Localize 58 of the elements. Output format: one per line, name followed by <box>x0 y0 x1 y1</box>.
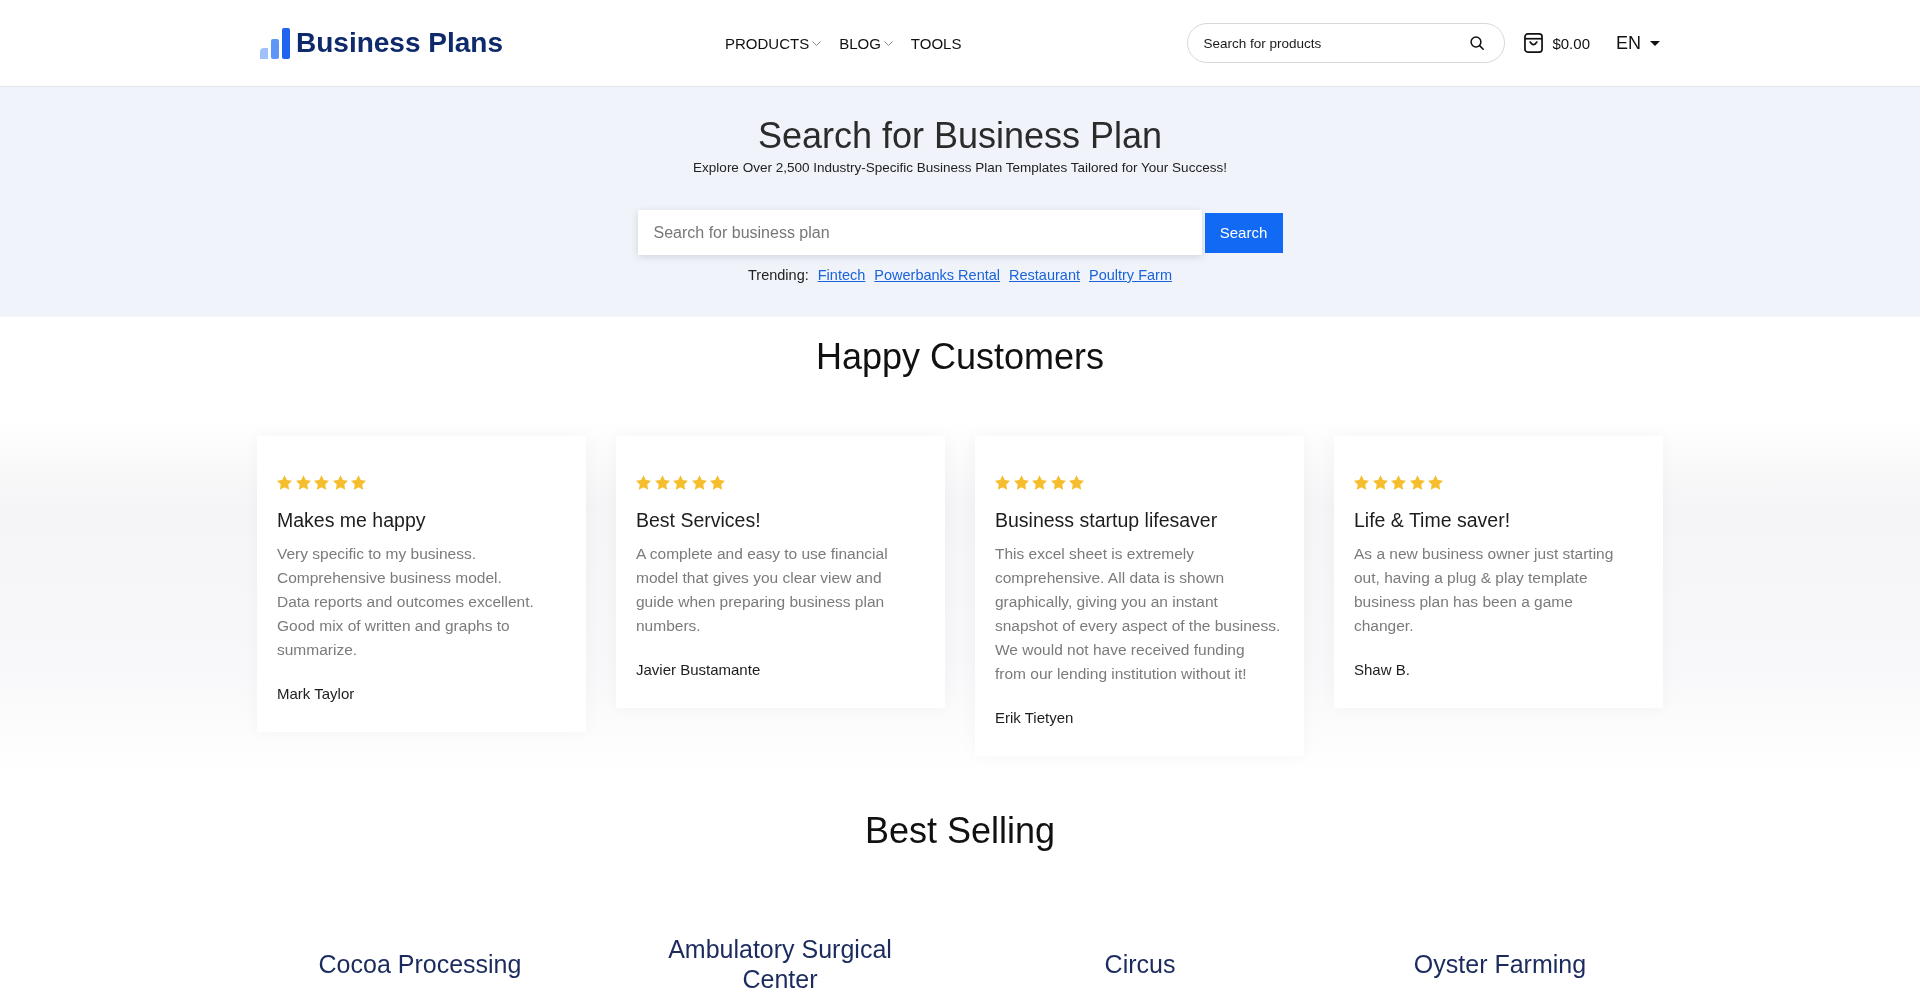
nav-link[interactable]: TOOLS <box>910 34 962 52</box>
search-button[interactable]: Search <box>1204 212 1283 253</box>
search-icon[interactable] <box>1470 36 1485 50</box>
star-icon <box>1409 475 1425 490</box>
star-icon <box>995 475 1010 490</box>
section-title: Best Selling <box>863 809 1057 853</box>
trending-link[interactable]: Powerbanks Rental <box>874 265 1001 285</box>
star-icon <box>295 475 311 490</box>
review-title: Makes me happy <box>277 508 427 533</box>
star-icon <box>1013 475 1029 490</box>
caret-down-icon <box>1650 40 1660 46</box>
star-icon <box>351 475 366 490</box>
bar-chart-logo-icon <box>260 27 290 59</box>
trending-label: Trending: <box>748 266 809 285</box>
star-icon <box>636 475 651 490</box>
hero-title: Search for Business Plan <box>757 114 1163 158</box>
star-icon <box>1354 475 1369 490</box>
business-plan-search-field[interactable]: Search for business plan <box>637 210 1202 255</box>
review-text: This excel sheet is extremely comprehensive. All data is shown graphically, giving you an instant snapshot of every aspect of the business. We would not have received funding from our lending institution without it! <box>995 544 1282 684</box>
review-text: Very specific to my business. Comprehensive business model. Data reports and outcomes excellent. Good mix of written and graphs to summarize. <box>277 544 535 660</box>
nav-link[interactable]: BLOG <box>839 34 893 52</box>
review-text: As a new business owner just starting out, having a plug & play template business plan has been a game changer. <box>1354 544 1615 636</box>
star-icon <box>710 475 725 490</box>
review-author: Javier Bustamante <box>636 660 762 680</box>
product-search-field[interactable]: Search for products <box>1187 23 1506 63</box>
shopping-bag-icon <box>1524 33 1544 53</box>
star-icon <box>314 475 329 490</box>
product-title[interactable]: Oyster Farming <box>1413 949 1587 979</box>
star-icon <box>1050 475 1066 490</box>
section-title: Happy Customers <box>814 335 1106 379</box>
logo-link[interactable]: Business Plans <box>260 27 503 59</box>
hero-subtitle: Explore Over 2,500 Industry-Specific Business Plan Templates Tailored for Your Success! <box>693 159 1227 177</box>
star-icon <box>654 475 670 490</box>
review-author: Shaw B. <box>1354 660 1411 680</box>
star-icon <box>332 475 348 490</box>
review-text: A complete and easy to use financial model that gives you clear view and guide when preparing business plan numbers. <box>636 544 889 636</box>
trending-link[interactable]: Poultry Farm <box>1089 265 1172 285</box>
star-icon <box>277 475 292 490</box>
product-title[interactable]: Cocoa Processing <box>318 949 522 979</box>
product-title[interactable]: Circus <box>1104 949 1176 979</box>
product-title[interactable]: Ambulatory Surgical Center <box>645 934 915 993</box>
language-selector[interactable]: EN <box>1616 32 1660 54</box>
nav-link[interactable]: PRODUCTS <box>725 34 822 52</box>
review-author: Erik Tietyen <box>995 708 1075 728</box>
trending-link[interactable]: Fintech <box>817 265 866 285</box>
star-icon <box>691 475 707 490</box>
star-icon <box>673 475 688 490</box>
trending-link[interactable]: Restaurant <box>1009 265 1080 285</box>
star-icon <box>1032 475 1047 490</box>
star-icon <box>1372 475 1388 490</box>
review-author: Mark Taylor <box>277 684 356 704</box>
review-title: Business startup lifesaver <box>995 508 1219 533</box>
star-icon <box>1428 475 1443 490</box>
review-title: Best Services! <box>636 508 762 533</box>
cart-button[interactable]: $0.00 <box>1524 33 1590 53</box>
review-title: Life & Time saver! <box>1354 508 1512 533</box>
star-icon <box>1069 475 1084 490</box>
star-icon <box>1391 475 1406 490</box>
